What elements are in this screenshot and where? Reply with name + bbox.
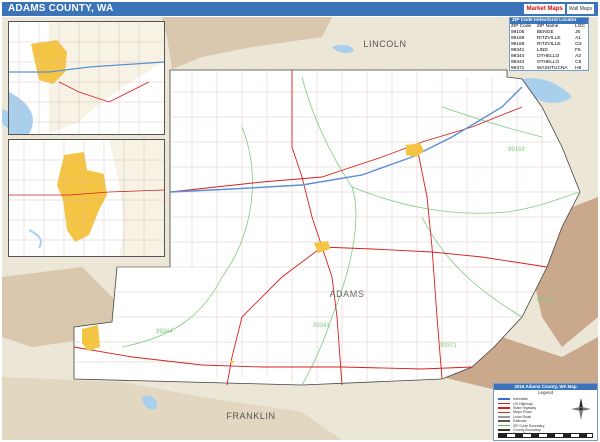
legend-swatch: [498, 420, 510, 422]
logo-tagline: Wall Maps: [566, 4, 594, 14]
legend-label: State Highway: [513, 405, 537, 410]
legend-label: US Highway: [513, 401, 533, 406]
label-lincoln: LINCOLN: [363, 39, 406, 49]
compass-rose-icon: [571, 398, 591, 420]
legend-label: Local Road: [513, 414, 532, 419]
legend-label: Interstate: [513, 397, 528, 402]
legend-swatch: [498, 398, 510, 400]
zip-label-99344: 99344: [156, 329, 173, 335]
legend-label: Major Road: [513, 410, 532, 415]
table-row: 99371 WASHTUCNA H6: [510, 66, 588, 72]
legend-label: Railroad: [513, 419, 527, 424]
zip-cell: H6: [575, 66, 582, 71]
map-page: ADAMS COUNTY, WA Market Maps Wall Maps L…: [0, 0, 600, 442]
zip-code-table: ZIP Code Index/Grid Locator ZIP Code ZIP…: [509, 17, 589, 71]
legend-swatch: [498, 407, 510, 409]
inset-map-ritzville[interactable]: [8, 21, 165, 135]
legend-items: Interstate US Highway State Highway Majo…: [498, 397, 564, 437]
logo-brand: Market Maps: [524, 4, 565, 14]
label-adams: ADAMS: [329, 289, 364, 299]
legend-subheader: Legend: [537, 390, 554, 395]
legend-swatch: [498, 429, 510, 431]
title-bar: ADAMS COUNTY, WA Market Maps Wall Maps: [2, 2, 598, 16]
legend-swatch: [498, 411, 510, 414]
inset-map-othello[interactable]: [8, 139, 165, 257]
zip-cell: WASHTUCNA: [536, 66, 568, 71]
zip-label-99341: 99341: [313, 323, 330, 329]
legend-swatch: [498, 402, 510, 405]
legend-label: County Boundary: [513, 427, 541, 432]
zip-cell: 99371: [511, 66, 525, 71]
inset-ritzville-svg: [9, 22, 165, 134]
scale-bar: [498, 433, 593, 438]
zip-table: ZIP Code ZIP Name LOC 99105 BENGE J5 99169…: [510, 24, 588, 72]
inset-othello-svg: [9, 140, 165, 256]
legend-label: ZIP Code Boundary: [513, 423, 545, 428]
zip-label-99371: 99371: [440, 343, 457, 349]
town-south: [230, 360, 234, 364]
zip-label-99193: 99193: [537, 298, 554, 304]
legend-swatch: [498, 416, 510, 418]
legend-swatch: [498, 424, 510, 427]
label-franklin: FRANKLIN: [226, 411, 275, 421]
zip-label-99169: 99169: [508, 147, 525, 153]
map-title: ADAMS COUNTY, WA: [8, 3, 114, 14]
publisher-logo: Market Maps Wall Maps: [524, 3, 594, 15]
map-legend: 2016 Adams County, WA Map Legend Interst…: [493, 383, 598, 441]
